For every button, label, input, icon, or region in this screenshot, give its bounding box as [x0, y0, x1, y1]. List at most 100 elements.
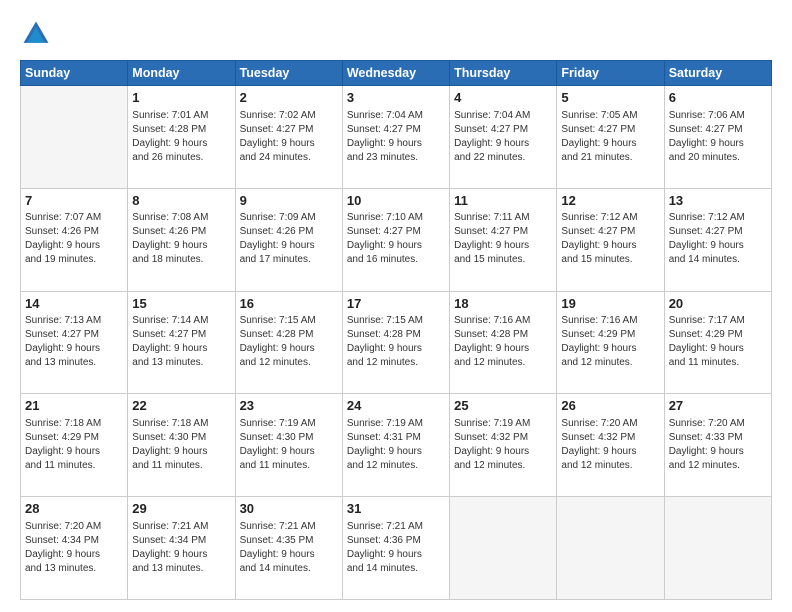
- day-info: Sunrise: 7:14 AM Sunset: 4:27 PM Dayligh…: [132, 314, 230, 370]
- day-number: 20: [669, 295, 767, 313]
- calendar-header-sunday: Sunday: [21, 61, 128, 86]
- calendar-cell: 15Sunrise: 7:14 AM Sunset: 4:27 PM Dayli…: [128, 291, 235, 394]
- calendar-cell: 21 Sunrise: 7:18 AM Sunset: 4:29 PM Dayli…: [21, 394, 128, 497]
- calendar-cell: 6 Sunrise: 7:06 AM Sunset: 4:27 PM Daylig…: [664, 86, 771, 189]
- day-number: 3: [347, 89, 445, 107]
- day-info: Sunrise: 7:15 AM Sunset: 4:28 PM Dayligh…: [240, 314, 338, 370]
- day-number: 10: [347, 192, 445, 210]
- day-number: 30: [240, 500, 338, 518]
- day-number: 29: [132, 500, 230, 518]
- calendar-week-3: 14Sunrise: 7:13 AM Sunset: 4:27 PM Dayli…: [21, 291, 772, 394]
- day-info: Sunrise: 7:15 AM Sunset: 4:28 PM Dayligh…: [347, 314, 445, 370]
- calendar-cell: 13Sunrise: 7:12 AM Sunset: 4:27 PM Dayli…: [664, 188, 771, 291]
- day-info: Sunrise: 7:17 AM Sunset: 4:29 PM Dayligh…: [669, 314, 767, 370]
- day-info: Sunrise: 7:21 AM Sunset: 4:36 PM Dayligh…: [347, 520, 445, 576]
- calendar-cell: 9Sunrise: 7:09 AM Sunset: 4:26 PM Daylig…: [235, 188, 342, 291]
- day-number: 2: [240, 89, 338, 107]
- day-number: 16: [240, 295, 338, 313]
- day-number: 5: [561, 89, 659, 107]
- day-number: 19: [561, 295, 659, 313]
- calendar-header-thursday: Thursday: [450, 61, 557, 86]
- day-number: 18: [454, 295, 552, 313]
- calendar-cell: [664, 497, 771, 600]
- day-number: 21: [25, 397, 123, 415]
- calendar-week-2: 7Sunrise: 7:07 AM Sunset: 4:26 PM Daylig…: [21, 188, 772, 291]
- day-number: 4: [454, 89, 552, 107]
- day-number: 8: [132, 192, 230, 210]
- day-info: Sunrise: 7:19 AM Sunset: 4:32 PM Dayligh…: [454, 417, 552, 473]
- day-number: 12: [561, 192, 659, 210]
- day-info: Sunrise: 7:19 AM Sunset: 4:31 PM Dayligh…: [347, 417, 445, 473]
- day-info: Sunrise: 7:21 AM Sunset: 4:35 PM Dayligh…: [240, 520, 338, 576]
- day-number: 31: [347, 500, 445, 518]
- day-number: 27: [669, 397, 767, 415]
- day-info: Sunrise: 7:12 AM Sunset: 4:27 PM Dayligh…: [561, 211, 659, 267]
- day-info: Sunrise: 7:08 AM Sunset: 4:26 PM Dayligh…: [132, 211, 230, 267]
- calendar-header-friday: Friday: [557, 61, 664, 86]
- header: [20, 18, 772, 50]
- calendar-cell: 2 Sunrise: 7:02 AM Sunset: 4:27 PM Daylig…: [235, 86, 342, 189]
- day-number: 9: [240, 192, 338, 210]
- calendar-cell: 28 Sunrise: 7:20 AM Sunset: 4:34 PM Dayli…: [21, 497, 128, 600]
- calendar-cell: 25 Sunrise: 7:19 AM Sunset: 4:32 PM Dayli…: [450, 394, 557, 497]
- calendar-cell: 7Sunrise: 7:07 AM Sunset: 4:26 PM Daylig…: [21, 188, 128, 291]
- day-info: Sunrise: 7:16 AM Sunset: 4:28 PM Dayligh…: [454, 314, 552, 370]
- calendar-cell: 17Sunrise: 7:15 AM Sunset: 4:28 PM Dayli…: [342, 291, 449, 394]
- calendar-week-4: 21 Sunrise: 7:18 AM Sunset: 4:29 PM Dayli…: [21, 394, 772, 497]
- calendar-table: SundayMondayTuesdayWednesdayThursdayFrid…: [20, 60, 772, 600]
- calendar-cell: 18Sunrise: 7:16 AM Sunset: 4:28 PM Dayli…: [450, 291, 557, 394]
- calendar-cell: 10Sunrise: 7:10 AM Sunset: 4:27 PM Dayli…: [342, 188, 449, 291]
- day-info: Sunrise: 7:18 AM Sunset: 4:29 PM Dayligh…: [25, 417, 123, 473]
- day-info: Sunrise: 7:12 AM Sunset: 4:27 PM Dayligh…: [669, 211, 767, 267]
- day-number: 25: [454, 397, 552, 415]
- day-info: Sunrise: 7:02 AM Sunset: 4:27 PM Dayligh…: [240, 109, 338, 165]
- calendar-cell: 14Sunrise: 7:13 AM Sunset: 4:27 PM Dayli…: [21, 291, 128, 394]
- calendar-week-1: 1 Sunrise: 7:01 AM Sunset: 4:28 PM Daylig…: [21, 86, 772, 189]
- day-info: Sunrise: 7:01 AM Sunset: 4:28 PM Dayligh…: [132, 109, 230, 165]
- calendar-header-saturday: Saturday: [664, 61, 771, 86]
- day-info: Sunrise: 7:07 AM Sunset: 4:26 PM Dayligh…: [25, 211, 123, 267]
- day-info: Sunrise: 7:18 AM Sunset: 4:30 PM Dayligh…: [132, 417, 230, 473]
- day-info: Sunrise: 7:09 AM Sunset: 4:26 PM Dayligh…: [240, 211, 338, 267]
- calendar-cell: 22 Sunrise: 7:18 AM Sunset: 4:30 PM Dayli…: [128, 394, 235, 497]
- calendar-week-5: 28 Sunrise: 7:20 AM Sunset: 4:34 PM Dayli…: [21, 497, 772, 600]
- day-number: 26: [561, 397, 659, 415]
- calendar-cell: 31 Sunrise: 7:21 AM Sunset: 4:36 PM Dayli…: [342, 497, 449, 600]
- day-info: Sunrise: 7:20 AM Sunset: 4:34 PM Dayligh…: [25, 520, 123, 576]
- calendar-cell: 1 Sunrise: 7:01 AM Sunset: 4:28 PM Daylig…: [128, 86, 235, 189]
- day-number: 22: [132, 397, 230, 415]
- day-number: 6: [669, 89, 767, 107]
- day-number: 28: [25, 500, 123, 518]
- calendar-cell: 30 Sunrise: 7:21 AM Sunset: 4:35 PM Dayli…: [235, 497, 342, 600]
- calendar-cell: 27Sunrise: 7:20 AM Sunset: 4:33 PM Dayli…: [664, 394, 771, 497]
- calendar-cell: [21, 86, 128, 189]
- day-number: 14: [25, 295, 123, 313]
- calendar-cell: 3 Sunrise: 7:04 AM Sunset: 4:27 PM Daylig…: [342, 86, 449, 189]
- calendar-cell: 24Sunrise: 7:19 AM Sunset: 4:31 PM Dayli…: [342, 394, 449, 497]
- calendar-cell: 29 Sunrise: 7:21 AM Sunset: 4:34 PM Dayli…: [128, 497, 235, 600]
- day-info: Sunrise: 7:11 AM Sunset: 4:27 PM Dayligh…: [454, 211, 552, 267]
- day-info: Sunrise: 7:20 AM Sunset: 4:32 PM Dayligh…: [561, 417, 659, 473]
- day-info: Sunrise: 7:05 AM Sunset: 4:27 PM Dayligh…: [561, 109, 659, 165]
- day-number: 13: [669, 192, 767, 210]
- day-info: Sunrise: 7:19 AM Sunset: 4:30 PM Dayligh…: [240, 417, 338, 473]
- day-info: Sunrise: 7:04 AM Sunset: 4:27 PM Dayligh…: [454, 109, 552, 165]
- calendar-header-monday: Monday: [128, 61, 235, 86]
- day-info: Sunrise: 7:04 AM Sunset: 4:27 PM Dayligh…: [347, 109, 445, 165]
- day-info: Sunrise: 7:16 AM Sunset: 4:29 PM Dayligh…: [561, 314, 659, 370]
- day-number: 1: [132, 89, 230, 107]
- day-number: 17: [347, 295, 445, 313]
- day-info: Sunrise: 7:21 AM Sunset: 4:34 PM Dayligh…: [132, 520, 230, 576]
- calendar-cell: [450, 497, 557, 600]
- calendar-cell: 16Sunrise: 7:15 AM Sunset: 4:28 PM Dayli…: [235, 291, 342, 394]
- calendar-cell: 5 Sunrise: 7:05 AM Sunset: 4:27 PM Daylig…: [557, 86, 664, 189]
- day-number: 11: [454, 192, 552, 210]
- logo: [20, 18, 58, 50]
- calendar-cell: 12Sunrise: 7:12 AM Sunset: 4:27 PM Dayli…: [557, 188, 664, 291]
- calendar-cell: 26 Sunrise: 7:20 AM Sunset: 4:32 PM Dayli…: [557, 394, 664, 497]
- calendar-cell: [557, 497, 664, 600]
- day-info: Sunrise: 7:06 AM Sunset: 4:27 PM Dayligh…: [669, 109, 767, 165]
- calendar-cell: 19Sunrise: 7:16 AM Sunset: 4:29 PM Dayli…: [557, 291, 664, 394]
- day-info: Sunrise: 7:10 AM Sunset: 4:27 PM Dayligh…: [347, 211, 445, 267]
- calendar-cell: 11Sunrise: 7:11 AM Sunset: 4:27 PM Dayli…: [450, 188, 557, 291]
